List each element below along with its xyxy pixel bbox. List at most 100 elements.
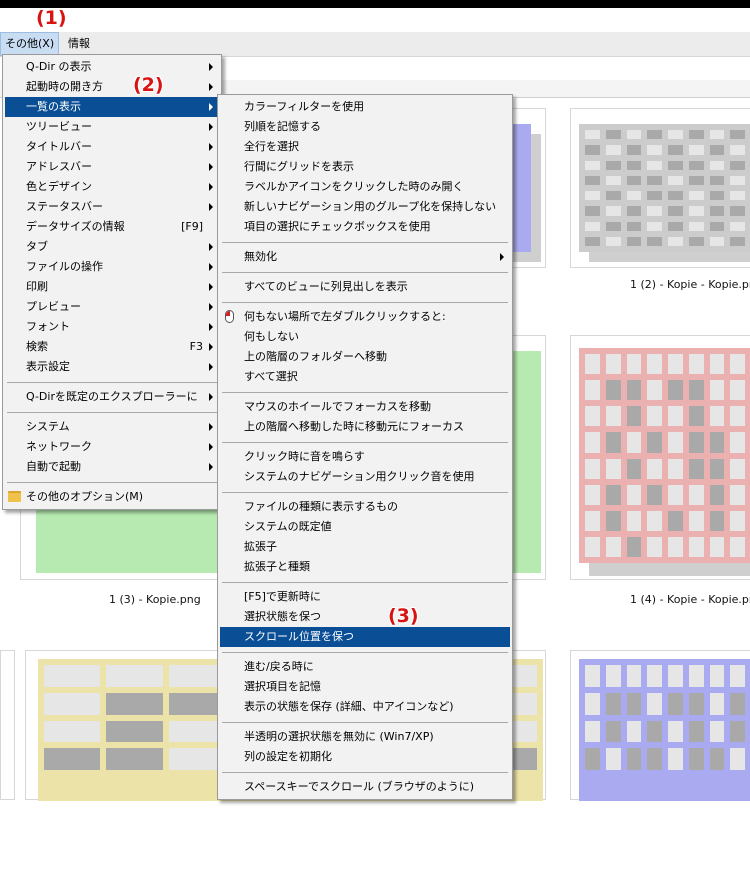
thumbnail-tile[interactable] <box>570 335 750 580</box>
menu-item-system[interactable]: システム <box>5 417 219 437</box>
menu-item-on-refresh: [F5]で更新時に <box>244 590 321 603</box>
menu-item-file-ops[interactable]: ファイルの操作 <box>5 257 219 277</box>
submenu-arrow-icon <box>209 83 213 91</box>
menu-item-search[interactable]: 検索 F3 <box>5 337 219 357</box>
submenu-arrow-icon <box>209 103 213 111</box>
menu-item-gridlines[interactable]: 行間にグリッドを表示 <box>220 157 510 177</box>
menu-item-titlebar[interactable]: タイトルバー <box>5 137 219 157</box>
menu-other[interactable]: その他(X) <box>0 32 60 56</box>
menu-item-remember-selection[interactable]: 選択項目を記憶 <box>220 677 510 697</box>
menu-separator <box>222 772 508 773</box>
submenu-arrow-icon <box>209 243 213 251</box>
menu-item-color-design[interactable]: 色とデザイン <box>5 177 219 197</box>
menu-separator <box>222 492 508 493</box>
submenu-arrow-icon <box>209 423 213 431</box>
thumbnail-tile[interactable] <box>0 650 15 800</box>
menu-item-file-type-display: ファイルの種類に表示するもの <box>244 500 398 513</box>
menu-item-tabs[interactable]: タブ <box>5 237 219 257</box>
menu-item-remember-column-order[interactable]: 列順を記憶する <box>220 117 510 137</box>
menu-item-extension-and-type[interactable]: 拡張子と種類 <box>220 557 510 577</box>
menu-item-network[interactable]: ネットワーク <box>5 437 219 457</box>
menu-separator <box>7 382 217 383</box>
submenu-arrow-icon <box>209 163 213 171</box>
menu-item-keep-selection[interactable]: 選択状態を保つ <box>220 607 510 627</box>
submenu-arrow-icon <box>209 283 213 291</box>
menu-separator <box>222 392 508 393</box>
menu-item-startup[interactable]: 起動時の開き方 <box>5 77 219 97</box>
thumbnail-image <box>579 124 750 252</box>
submenu-arrow-icon <box>209 143 213 151</box>
submenu-arrow-icon <box>209 263 213 271</box>
menu-separator <box>222 302 508 303</box>
menu-item-statusbar[interactable]: ステータスバー <box>5 197 219 217</box>
submenu-arrow-icon <box>209 183 213 191</box>
menu-item-save-view-state[interactable]: 表示の状態を保存 (詳細、中アイコンなど) <box>220 697 510 717</box>
menu-item-full-row-select[interactable]: 全行を選択 <box>220 137 510 157</box>
menu-item-addressbar[interactable]: アドレスバー <box>5 157 219 177</box>
menu-item-disable[interactable]: 無効化 <box>220 247 510 267</box>
screen-top-border <box>0 0 750 8</box>
menu-item-keep-scroll-position[interactable]: スクロール位置を保つ <box>220 627 510 647</box>
menu-item-print[interactable]: 印刷 <box>5 277 219 297</box>
menu-item-preview[interactable]: プレビュー <box>5 297 219 317</box>
menu-item-list-view[interactable]: 一覧の表示 <box>5 97 219 117</box>
menu-item-extension[interactable]: 拡張子 <box>220 537 510 557</box>
annotation-step-3: (3) <box>388 605 419 627</box>
menu-separator <box>7 412 217 413</box>
menu-item-system-default[interactable]: システムの既定値 <box>220 517 510 537</box>
menu-item-display-settings[interactable]: 表示設定 <box>5 357 219 377</box>
annotation-step-2: (2) <box>133 74 164 96</box>
menu-item-column-headers-all[interactable]: すべてのビューに列見出しを表示 <box>220 277 510 297</box>
other-menu: Q-Dir の表示 起動時の開き方 一覧の表示 ツリービュー タイトルバー アド… <box>2 54 222 510</box>
annotation-step-1: (1) <box>36 7 67 29</box>
menu-item-space-scroll[interactable]: スペースキーでスクロール (ブラウザのように) <box>220 777 510 797</box>
menu-item-click-sound[interactable]: クリック時に音を鳴らす <box>220 447 510 467</box>
menu-item-reset-columns[interactable]: 列の設定を初期化 <box>220 747 510 767</box>
menu-item-font[interactable]: フォント <box>5 317 219 337</box>
menu-item-qdir-view[interactable]: Q-Dir の表示 <box>5 57 219 77</box>
menu-separator <box>222 242 508 243</box>
submenu-arrow-icon <box>209 463 213 471</box>
menu-item-autostart[interactable]: 自動で起動 <box>5 457 219 477</box>
file-caption[interactable]: 1 (4) - Kopie - Kopie.png <box>630 593 750 606</box>
submenu-arrow-icon <box>500 253 504 261</box>
menu-item-select-all[interactable]: すべて選択 <box>220 367 510 387</box>
shortcut-label: [F9] <box>181 220 203 233</box>
menu-item-do-nothing[interactable]: 何もしない <box>220 327 510 347</box>
menu-separator <box>222 722 508 723</box>
submenu-arrow-icon <box>209 343 213 351</box>
thumbnail-tile[interactable] <box>570 108 750 268</box>
menu-item-treeview[interactable]: ツリービュー <box>5 117 219 137</box>
menu-separator <box>222 652 508 653</box>
shortcut-label: F3 <box>189 340 203 353</box>
menu-item-on-back-forward: 進む/戻る時に <box>244 660 314 673</box>
menu-item-no-grouping[interactable]: 新しいナビゲーション用のグループ化を保持しない <box>220 197 510 217</box>
menu-item-default-explorer[interactable]: Q-Dirを既定のエクスプローラーに <box>5 387 219 407</box>
menu-info[interactable]: 情報 <box>64 32 94 56</box>
menu-item-wheel-focus[interactable]: マウスのホイールでフォーカスを移動 <box>220 397 510 417</box>
menu-separator <box>7 482 217 483</box>
submenu-arrow-icon <box>209 363 213 371</box>
menu-item-go-parent[interactable]: 上の階層のフォルダーへ移動 <box>220 347 510 367</box>
submenu-arrow-icon <box>209 203 213 211</box>
menu-item-disable-translucent[interactable]: 半透明の選択状態を無効に (Win7/XP) <box>220 727 510 747</box>
menu-item-checkboxes[interactable]: 項目の選択にチェックボックスを使用 <box>220 217 510 237</box>
menu-item-datasize[interactable]: データサイズの情報 [F9] <box>5 217 219 237</box>
folder-icon <box>8 491 21 502</box>
menu-item-double-click-empty: 何もない場所で左ダブルクリックすると: <box>220 307 510 327</box>
file-caption[interactable]: 1 (3) - Kopie.png <box>109 593 201 606</box>
menu-item-focus-origin[interactable]: 上の階層へ移動した時に移動元にフォーカス <box>220 417 510 437</box>
menu-separator <box>222 272 508 273</box>
menu-item-open-on-label-click[interactable]: ラベルかアイコンをクリックした時のみ開く <box>220 177 510 197</box>
list-view-submenu: カラーフィルターを使用 列順を記憶する 全行を選択 行間にグリッドを表示 ラベル… <box>217 94 513 800</box>
submenu-arrow-icon <box>209 303 213 311</box>
file-caption[interactable]: 1 (2) - Kopie - Kopie.png <box>630 278 750 291</box>
menu-separator <box>222 442 508 443</box>
menu-item-color-filter[interactable]: カラーフィルターを使用 <box>220 97 510 117</box>
menu-item-system-click-sound[interactable]: システムのナビゲーション用クリック音を使用 <box>220 467 510 487</box>
thumbnail-tile[interactable] <box>570 650 750 801</box>
submenu-arrow-icon <box>209 323 213 331</box>
thumbnail-image <box>579 659 750 801</box>
submenu-arrow-icon <box>209 443 213 451</box>
menu-item-other-options[interactable]: その他のオプション(M) <box>5 487 219 507</box>
